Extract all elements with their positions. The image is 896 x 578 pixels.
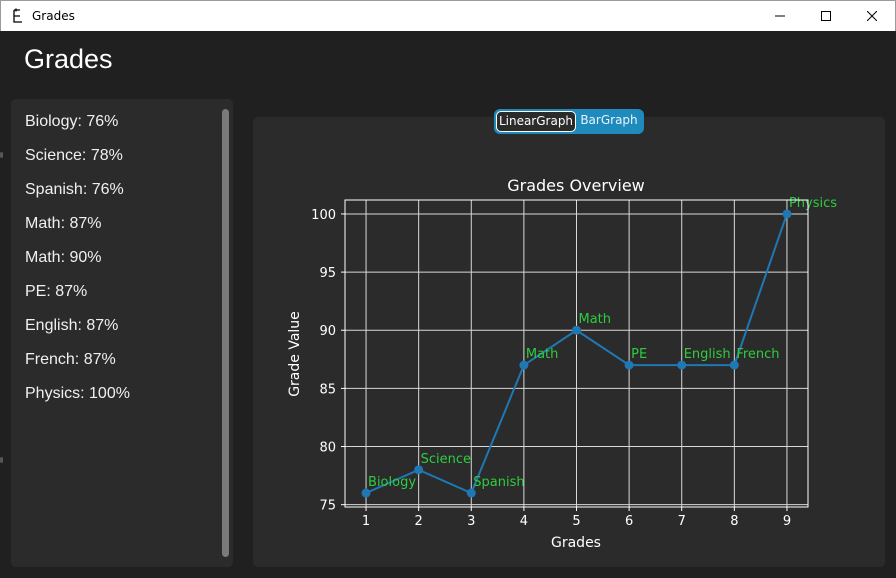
data-label: English xyxy=(684,347,731,362)
edge-marker xyxy=(0,152,3,158)
chart-title: Grades Overview xyxy=(507,176,645,195)
data-label: Science xyxy=(421,452,471,467)
y-tick-label: 85 xyxy=(319,382,336,397)
data-label: PE xyxy=(631,347,647,362)
y-tick-label: 95 xyxy=(319,266,336,281)
x-axis-label: Grades xyxy=(551,535,601,551)
data-label: Math xyxy=(579,312,612,327)
x-tick-label: 1 xyxy=(362,514,370,529)
scrollbar[interactable] xyxy=(222,109,229,557)
maximize-icon xyxy=(821,11,831,21)
x-tick-label: 8 xyxy=(730,514,738,529)
y-tick-label: 80 xyxy=(319,441,336,456)
list-item[interactable]: PE: 87% xyxy=(11,281,233,315)
y-tick-label: 90 xyxy=(319,324,336,339)
grades-list: Biology: 76% Science: 78% Spanish: 76% M… xyxy=(11,99,233,417)
y-axis-label: Grade Value xyxy=(287,311,303,397)
x-tick-label: 5 xyxy=(572,514,580,529)
data-label: French xyxy=(736,347,779,362)
list-item[interactable]: Math: 90% xyxy=(11,247,233,281)
data-label: Biology xyxy=(368,475,416,490)
grades-list-panel: Biology: 76% Science: 78% Spanish: 76% M… xyxy=(11,99,233,567)
grades-line-chart: Grades Overview Grades Grade Value 1 2 3 4 5… xyxy=(287,176,837,551)
data-label: Math xyxy=(526,347,559,362)
x-tick-label: 3 xyxy=(467,514,475,529)
x-tick-label: 7 xyxy=(678,514,686,529)
close-button[interactable] xyxy=(849,1,895,31)
x-tick-label: 6 xyxy=(625,514,633,529)
x-tick-label: 2 xyxy=(415,514,423,529)
list-item[interactable]: Math: 87% xyxy=(11,213,233,247)
x-tick-label: 9 xyxy=(783,514,791,529)
edge-marker xyxy=(0,457,3,463)
list-item[interactable]: Science: 78% xyxy=(11,145,233,179)
list-item[interactable]: English: 87% xyxy=(11,315,233,349)
window-titlebar: Grades xyxy=(0,0,896,31)
list-item[interactable]: Physics: 100% xyxy=(11,383,233,417)
list-item[interactable]: Spanish: 76% xyxy=(11,179,233,213)
data-label: Physics xyxy=(789,196,837,211)
list-item[interactable]: French: 87% xyxy=(11,349,233,383)
window-title: Grades xyxy=(32,9,75,23)
chart-series: Biology ScienceSpanish Math Math PE English Fr… xyxy=(361,196,837,498)
close-icon xyxy=(867,11,877,21)
list-item[interactable]: Biology: 76% xyxy=(11,111,233,145)
minimize-button[interactable] xyxy=(757,1,803,31)
x-tick-label: 4 xyxy=(520,514,528,529)
y-tick-label: 100 xyxy=(311,208,336,223)
maximize-button[interactable] xyxy=(803,1,849,31)
page-title: Grades xyxy=(24,44,113,74)
y-tick-label: 75 xyxy=(319,499,336,514)
minimize-icon xyxy=(775,15,785,17)
data-label: Spanish xyxy=(473,475,524,490)
app-icon xyxy=(10,8,26,24)
